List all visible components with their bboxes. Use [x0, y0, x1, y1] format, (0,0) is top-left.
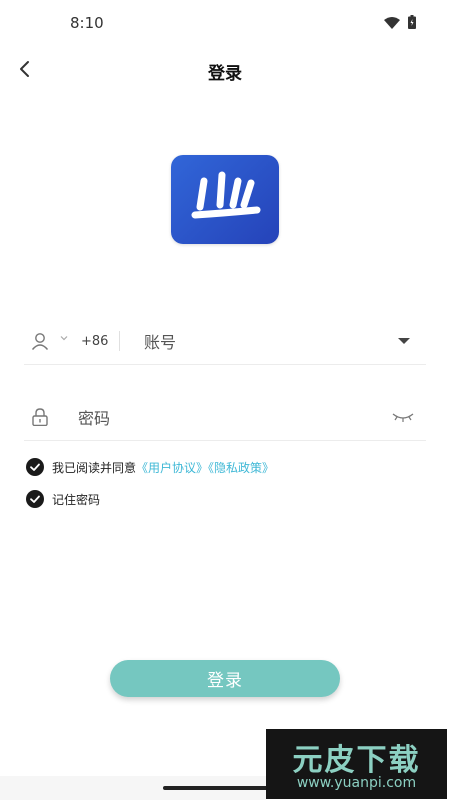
check-icon[interactable]: [26, 490, 44, 508]
lock-icon: [32, 408, 48, 426]
password-field: [24, 396, 426, 441]
wifi-icon: [384, 17, 400, 29]
password-input[interactable]: [78, 404, 358, 432]
battery-icon: [408, 15, 416, 29]
privacy-policy-link[interactable]: 《隐私政策》: [208, 461, 274, 475]
status-bar: 8:10: [0, 0, 450, 46]
agreement-label: 我已阅读并同意《用户协议》《隐私政策》: [52, 459, 274, 476]
watermark: 元皮下载 www.yuanpi.com: [266, 729, 447, 799]
status-time: 8:10: [70, 14, 104, 32]
field-divider: [119, 331, 120, 351]
home-indicator[interactable]: [163, 786, 283, 790]
country-code[interactable]: +86: [81, 334, 108, 349]
check-icon[interactable]: [26, 458, 44, 476]
header: 登录: [0, 50, 450, 90]
account-input[interactable]: [144, 328, 374, 356]
remember-label: 记住密码: [52, 493, 101, 507]
account-field: +86: [24, 320, 426, 365]
user-agreement-link[interactable]: 《用户协议》: [136, 461, 208, 475]
eye-closed-icon[interactable]: [392, 411, 414, 423]
user-icon: [31, 333, 49, 350]
navigation-bar: [0, 776, 283, 800]
chevron-down-icon[interactable]: [60, 335, 68, 341]
dropdown-icon[interactable]: [398, 337, 410, 345]
watermark-title: 元皮下载: [292, 743, 421, 778]
watermark-url: www.yuanpi.com: [296, 775, 417, 791]
agreement-prefix: 我已阅读并同意: [52, 461, 137, 475]
app-logo: [171, 155, 279, 244]
page-title: 登录: [208, 64, 242, 84]
login-button[interactable]: 登录: [110, 660, 340, 697]
